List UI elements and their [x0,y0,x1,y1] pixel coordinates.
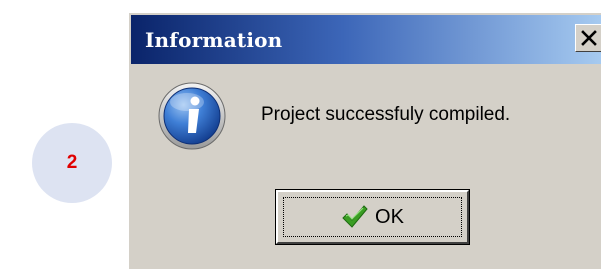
dialog-title: Information [145,27,283,52]
checkmark-icon [342,205,368,228]
page: 2 Information Project successfuly compil… [0,0,601,269]
information-dialog: Information Project successfuly compiled… [128,12,601,269]
dialog-titlebar[interactable]: Information [131,15,601,64]
ok-button-label: OK [375,205,404,228]
info-icon [158,82,226,150]
ok-button[interactable]: OK [275,189,470,245]
ok-button-content: OK [341,204,404,230]
step-number: 2 [66,152,78,173]
dialog-message: Project successfuly compiled. [261,104,511,125]
close-icon [581,30,597,46]
close-button[interactable] [575,24,601,52]
step-badge: 2 [32,123,112,203]
